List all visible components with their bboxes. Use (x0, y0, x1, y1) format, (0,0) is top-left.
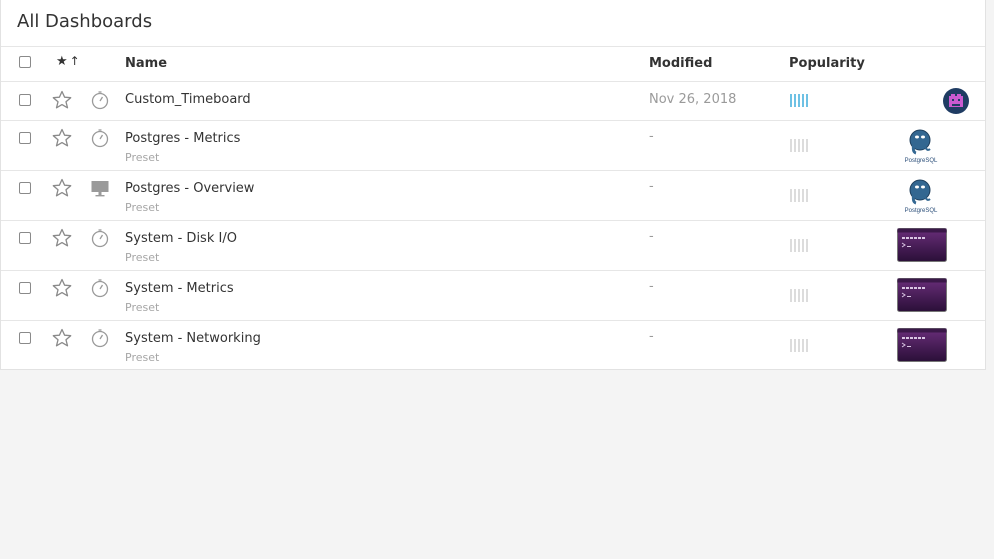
sort-favorites-button[interactable]: ★ ↑ (56, 54, 80, 69)
select-all-checkbox[interactable] (19, 56, 31, 68)
star-icon[interactable] (52, 178, 72, 198)
popularity-bar (806, 139, 808, 152)
avatar-icon (943, 88, 969, 114)
popularity-bar (790, 139, 792, 152)
popularity-bars (790, 289, 808, 302)
popularity-bar (802, 289, 804, 302)
dashboard-name-link[interactable]: Custom_Timeboard (125, 92, 251, 107)
popularity-bars (790, 239, 808, 252)
popularity-bar (794, 339, 796, 352)
system-logo (897, 278, 947, 312)
popularity-bar (794, 94, 796, 107)
table-row[interactable]: Postgres - Metrics Preset - PostgreSQL (1, 121, 985, 171)
star-icon[interactable] (52, 90, 72, 110)
system-logo (897, 328, 947, 362)
preset-label: Preset (125, 201, 160, 214)
monitor-icon (91, 181, 109, 197)
preset-label: Preset (125, 351, 160, 364)
row-checkbox[interactable] (19, 94, 31, 106)
system-logo (897, 228, 947, 262)
popularity-bar (794, 239, 796, 252)
table-row[interactable]: Custom_Timeboard Nov 26, 2018 (1, 82, 985, 121)
postgresql-logo: PostgreSQL (905, 129, 938, 164)
table-row[interactable]: System - Disk I/O Preset - (1, 221, 985, 271)
stopwatch-icon (91, 229, 109, 248)
popularity-bar (802, 339, 804, 352)
svg-text:PostgreSQL: PostgreSQL (905, 208, 938, 214)
modified-date: - (649, 129, 654, 144)
column-header-popularity[interactable]: Popularity (789, 56, 865, 71)
popularity-bar (802, 94, 804, 107)
table-row[interactable]: Postgres - Overview Preset - PostgreSQL (1, 171, 985, 221)
table-row[interactable]: System - Networking Preset - (1, 321, 985, 369)
popularity-bar (794, 189, 796, 202)
preset-label: Preset (125, 301, 160, 314)
popularity-bar (802, 239, 804, 252)
star-icon[interactable] (52, 278, 72, 298)
popularity-bar (790, 94, 792, 107)
star-icon[interactable] (52, 228, 72, 248)
postgresql-logo: PostgreSQL (905, 179, 938, 214)
dashboards-panel: All Dashboards ★ ↑ Name Modified Populari… (0, 0, 986, 370)
dashboard-name-link[interactable]: System - Metrics (125, 281, 234, 296)
svg-text:PostgreSQL: PostgreSQL (905, 158, 938, 164)
popularity-bar (794, 139, 796, 152)
dashboard-name-link[interactable]: System - Networking (125, 331, 261, 346)
popularity-bar (790, 289, 792, 302)
row-checkbox[interactable] (19, 332, 31, 344)
modified-date: Nov 26, 2018 (649, 92, 737, 107)
dashboard-name-link[interactable]: System - Disk I/O (125, 231, 237, 246)
stopwatch-icon (91, 329, 109, 348)
popularity-bar (794, 289, 796, 302)
modified-date: - (649, 179, 654, 194)
popularity-bar (798, 94, 800, 107)
popularity-bar (798, 139, 800, 152)
popularity-bar (798, 289, 800, 302)
preset-label: Preset (125, 251, 160, 264)
popularity-bar (802, 139, 804, 152)
column-header-modified[interactable]: Modified (649, 56, 712, 71)
popularity-bar (806, 94, 808, 107)
arrow-up-icon: ↑ (69, 54, 80, 68)
popularity-bar (802, 189, 804, 202)
modified-date: - (649, 279, 654, 294)
stopwatch-icon (91, 91, 109, 110)
popularity-bar (798, 189, 800, 202)
star-icon[interactable] (52, 128, 72, 148)
popularity-bar (790, 339, 792, 352)
preset-label: Preset (125, 151, 160, 164)
popularity-bar (806, 289, 808, 302)
popularity-bars (790, 189, 808, 202)
modified-date: - (649, 229, 654, 244)
popularity-bar (798, 339, 800, 352)
stopwatch-icon (91, 279, 109, 298)
row-checkbox[interactable] (19, 132, 31, 144)
row-checkbox[interactable] (19, 282, 31, 294)
row-checkbox[interactable] (19, 182, 31, 194)
popularity-bar (798, 239, 800, 252)
row-checkbox[interactable] (19, 232, 31, 244)
popularity-bars (790, 339, 808, 352)
popularity-bar (790, 239, 792, 252)
stopwatch-icon (91, 129, 109, 148)
column-header-name[interactable]: Name (125, 56, 167, 71)
page-title: All Dashboards (17, 11, 153, 32)
table-header: ★ ↑ Name Modified Popularity (1, 47, 985, 82)
modified-date: - (649, 329, 654, 344)
popularity-bar (790, 189, 792, 202)
star-icon[interactable] (52, 328, 72, 348)
dashboard-name-link[interactable]: Postgres - Metrics (125, 131, 240, 146)
popularity-bar (806, 239, 808, 252)
dashboard-name-link[interactable]: Postgres - Overview (125, 181, 254, 196)
table-row[interactable]: System - Metrics Preset - (1, 271, 985, 321)
popularity-bar (806, 189, 808, 202)
popularity-bar (806, 339, 808, 352)
popularity-bars (790, 94, 808, 107)
popularity-bars (790, 139, 808, 152)
star-filled-icon: ★ (56, 54, 68, 69)
